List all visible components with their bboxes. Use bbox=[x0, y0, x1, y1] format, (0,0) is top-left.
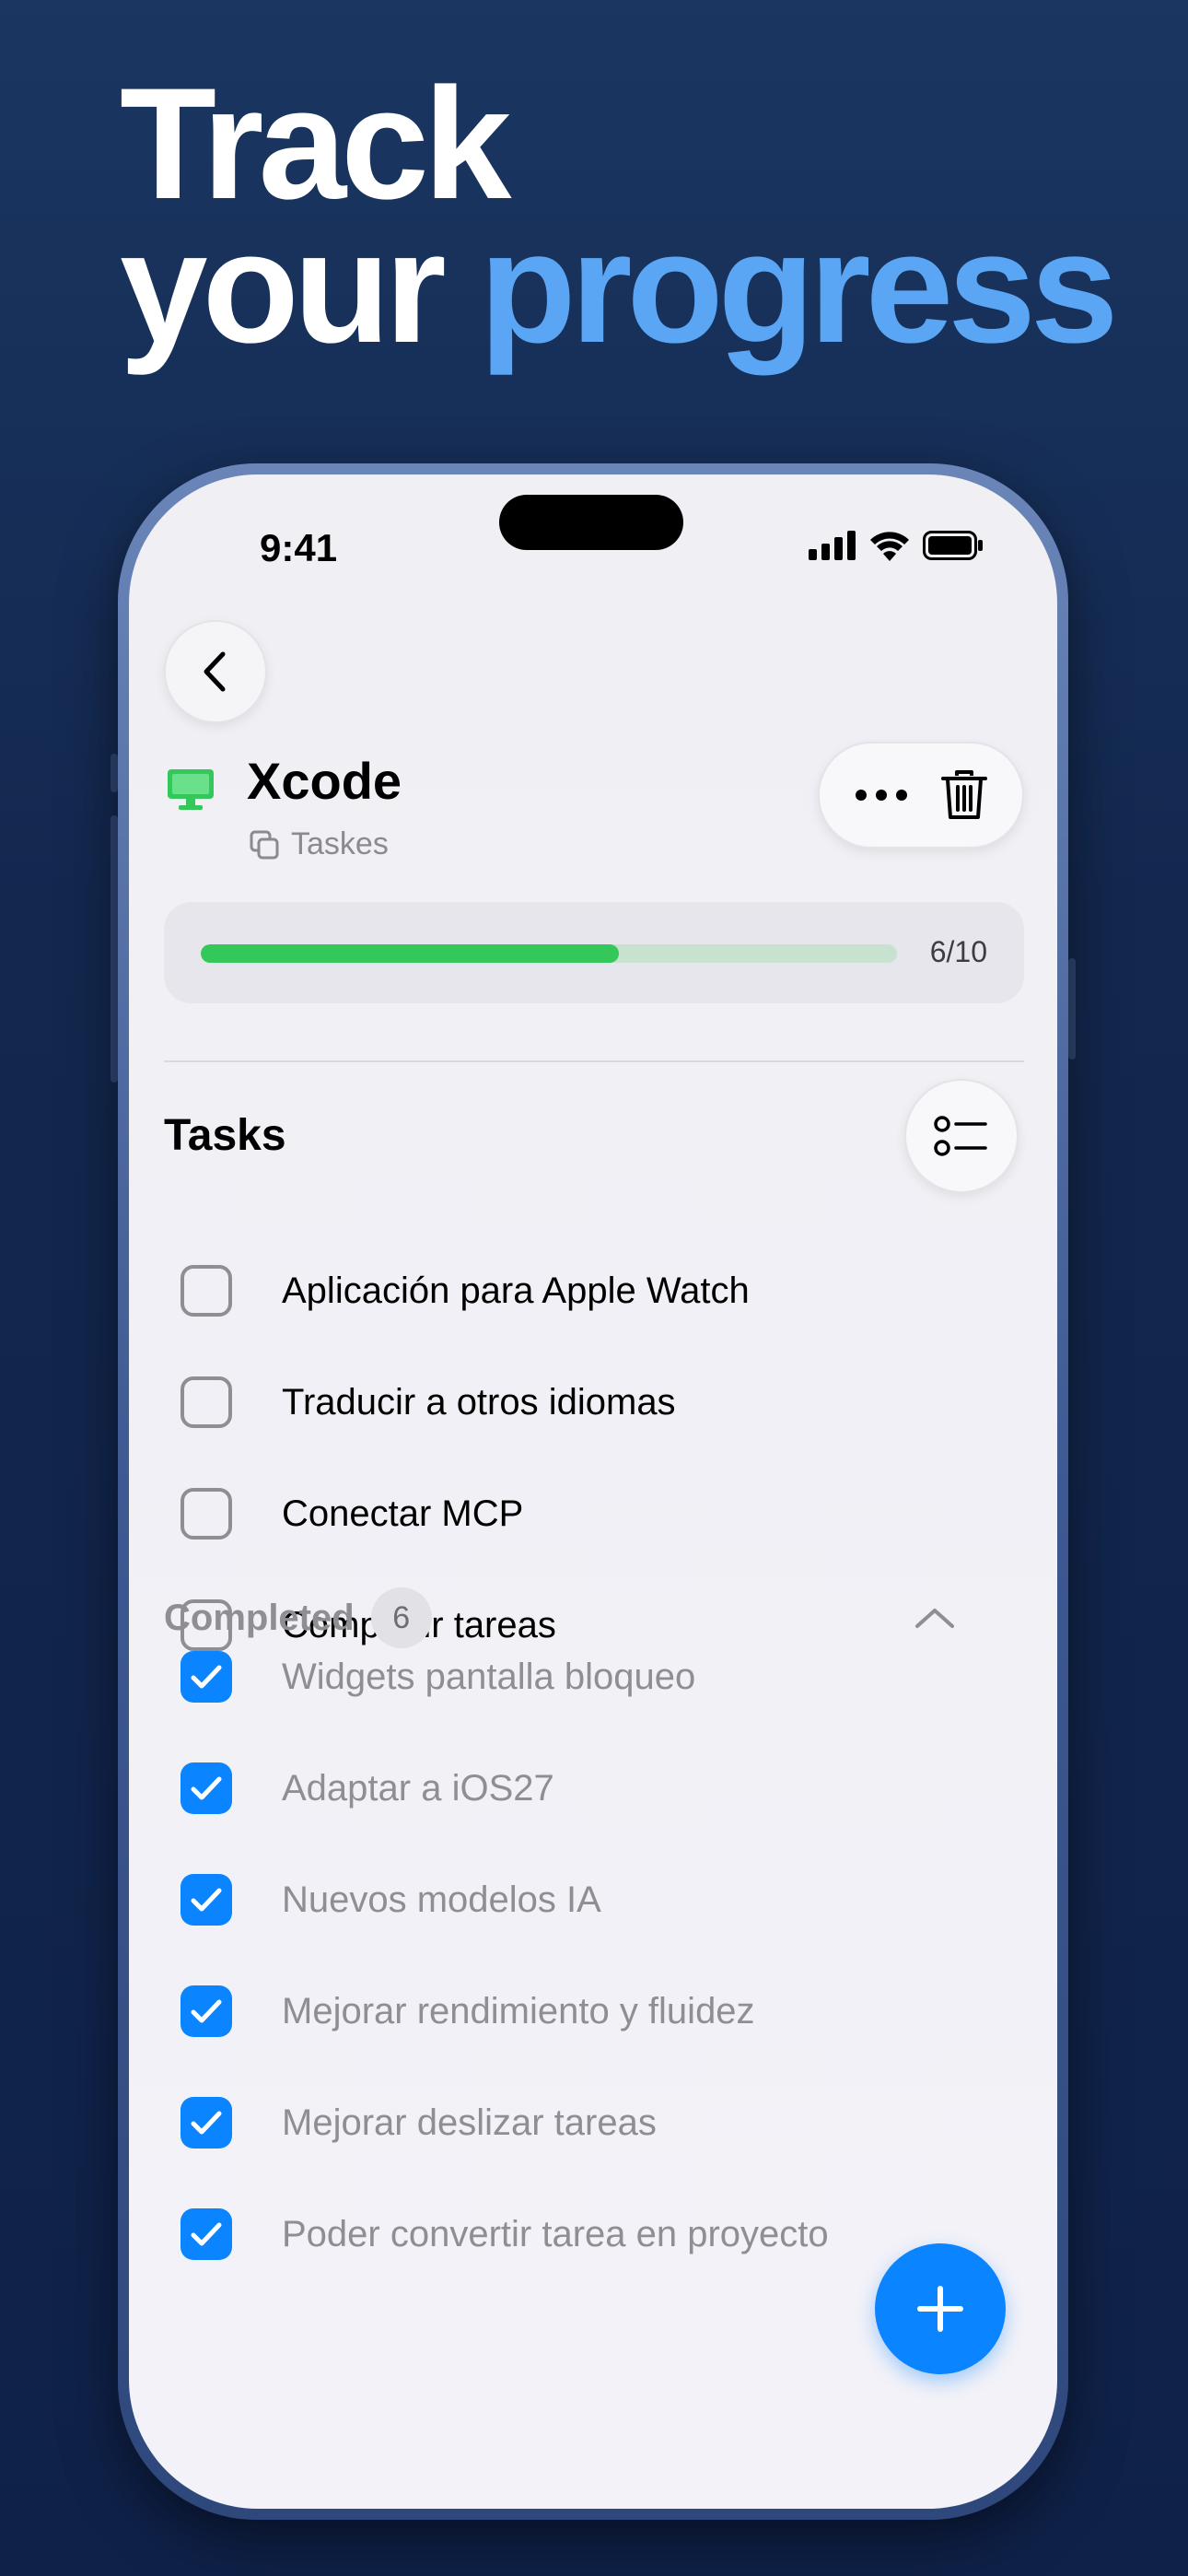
phone-frame: 9:41 Xcode Taskes 6/10 Tasks Aplicación … bbox=[118, 463, 1068, 2520]
chevron-left-icon bbox=[204, 651, 226, 692]
checkmark-icon bbox=[191, 2111, 222, 2135]
checklist-icon bbox=[934, 1116, 987, 1156]
task-row[interactable]: Poder convertir tarea en proyecto bbox=[181, 2202, 829, 2266]
checkbox-checked[interactable] bbox=[181, 2097, 232, 2149]
phone-power-button bbox=[1068, 958, 1076, 1060]
headline-line-1: Track bbox=[120, 55, 511, 232]
project-title: Xcode bbox=[247, 752, 402, 810]
headline: Track your progress bbox=[120, 55, 1119, 367]
checkmark-icon bbox=[191, 1665, 222, 1689]
tasks-section-title: Tasks bbox=[164, 1111, 286, 1160]
project-subtitle: Taskes bbox=[249, 826, 389, 862]
checkbox-checked[interactable] bbox=[181, 1651, 232, 1703]
dynamic-island bbox=[499, 495, 683, 550]
checkbox-checked[interactable] bbox=[181, 1985, 232, 2037]
checkmark-icon bbox=[191, 1776, 222, 1800]
add-task-button[interactable] bbox=[875, 2243, 1006, 2374]
task-label: Poder convertir tarea en proyecto bbox=[282, 2213, 829, 2254]
checkmark-icon bbox=[191, 1999, 222, 2023]
cellular-signal-icon bbox=[809, 531, 856, 560]
ellipsis-icon[interactable] bbox=[854, 788, 909, 802]
task-label: Widgets pantalla bloqueo bbox=[282, 1656, 696, 1697]
progress-card: 6/10 bbox=[164, 902, 1024, 1003]
completed-header[interactable]: Completed 6 bbox=[164, 1587, 432, 1648]
progress-label: 6/10 bbox=[929, 935, 987, 968]
phone-volume-button bbox=[111, 815, 118, 1083]
checkmark-icon bbox=[191, 2222, 222, 2246]
checkbox-unchecked[interactable] bbox=[181, 1376, 232, 1428]
wifi-icon bbox=[870, 532, 909, 561]
checkbox-unchecked[interactable] bbox=[181, 1488, 232, 1540]
task-label: Traducir a otros idiomas bbox=[282, 1381, 676, 1423]
phone-screen: 9:41 Xcode Taskes 6/10 Tasks Aplicación … bbox=[129, 474, 1057, 2509]
actions-pill bbox=[818, 742, 1024, 849]
checkbox-checked[interactable] bbox=[181, 1874, 232, 1926]
headline-plain-word: your bbox=[120, 199, 447, 376]
battery-icon bbox=[923, 531, 983, 560]
task-label: Conectar MCP bbox=[282, 1493, 524, 1534]
phone-side-button bbox=[111, 754, 118, 792]
task-label: Mejorar rendimiento y fluidez bbox=[282, 1990, 755, 2032]
desktop-icon bbox=[168, 769, 214, 810]
completed-count-badge: 6 bbox=[370, 1587, 432, 1648]
headline-accent-word: progress bbox=[479, 199, 1119, 376]
task-label: Aplicación para Apple Watch bbox=[282, 1270, 750, 1311]
checkbox-checked[interactable] bbox=[181, 1762, 232, 1814]
task-label: Adaptar a iOS27 bbox=[282, 1767, 554, 1809]
copy-icon bbox=[250, 830, 279, 859]
status-icons bbox=[809, 530, 984, 561]
task-label: Mejorar deslizar tareas bbox=[282, 2102, 657, 2143]
back-button[interactable] bbox=[164, 620, 267, 723]
status-time: 9:41 bbox=[260, 526, 338, 569]
list-style-button[interactable] bbox=[904, 1079, 1019, 1193]
project-subtitle-text: Taskes bbox=[291, 826, 389, 861]
completed-label: Completed bbox=[164, 1597, 355, 1638]
task-row[interactable]: Adaptar a iOS27 bbox=[181, 1756, 554, 1821]
task-row[interactable]: Nuevos modelos IA bbox=[181, 1868, 601, 1932]
task-row[interactable]: Mejorar rendimiento y fluidez bbox=[181, 1979, 755, 2043]
task-row[interactable]: Aplicación para Apple Watch bbox=[181, 1259, 750, 1323]
chevron-up-icon[interactable] bbox=[914, 1606, 956, 1630]
progress-track bbox=[201, 944, 897, 963]
task-label: Nuevos modelos IA bbox=[282, 1879, 601, 1920]
progress-fill bbox=[201, 944, 619, 963]
trash-icon[interactable] bbox=[940, 768, 988, 822]
task-row[interactable]: Traducir a otros idiomas bbox=[181, 1370, 676, 1434]
headline-line-2: your progress bbox=[120, 208, 1119, 367]
plus-icon bbox=[917, 2286, 963, 2332]
task-row[interactable]: Widgets pantalla bloqueo bbox=[181, 1645, 695, 1709]
task-row[interactable]: Mejorar deslizar tareas bbox=[181, 2090, 657, 2155]
checkbox-checked[interactable] bbox=[181, 2208, 232, 2260]
checkmark-icon bbox=[191, 1888, 222, 1912]
checkbox-unchecked[interactable] bbox=[181, 1265, 232, 1317]
divider bbox=[164, 1060, 1024, 1062]
task-row[interactable]: Conectar MCP bbox=[181, 1481, 523, 1546]
